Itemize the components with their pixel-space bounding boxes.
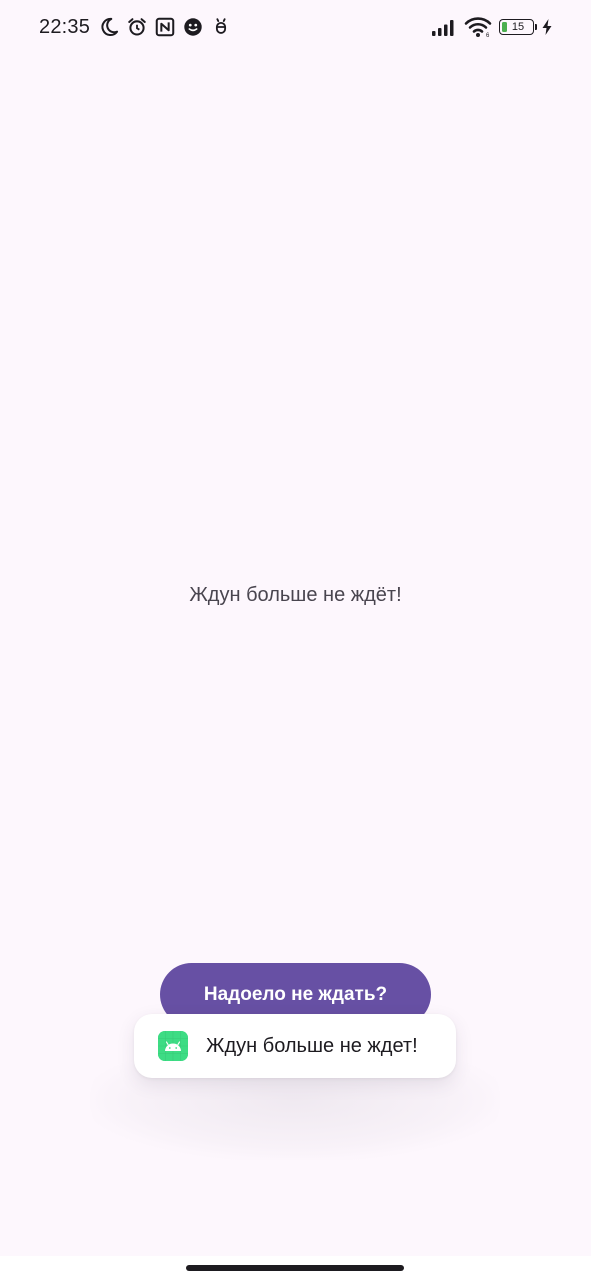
svg-text:6: 6 bbox=[486, 33, 490, 38]
alarm-icon bbox=[126, 16, 148, 38]
moon-icon bbox=[98, 16, 120, 38]
signal-icon bbox=[431, 16, 457, 38]
status-time: 22:35 bbox=[39, 15, 91, 38]
status-bar: 22:35 6 15 bbox=[0, 0, 591, 54]
battery-icon: 15 bbox=[499, 19, 537, 35]
debug-bug-icon bbox=[210, 16, 232, 38]
waiting-message: Ждун больше не ждёт! bbox=[189, 584, 402, 606]
status-bar-left: 22:35 bbox=[39, 14, 232, 40]
battery-cap bbox=[534, 24, 537, 30]
toast-text: Ждун больше не ждет! bbox=[206, 1034, 418, 1057]
messenger-icon bbox=[182, 16, 204, 38]
status-bar-right: 6 15 bbox=[431, 15, 553, 39]
battery-level-text: 15 bbox=[511, 21, 525, 33]
wifi-icon: 6 bbox=[464, 16, 492, 38]
toast-notification: Ждун больше не ждет! bbox=[134, 1014, 456, 1078]
charging-bolt-icon bbox=[541, 16, 553, 38]
app-screen: 22:35 6 15 Ждун больше не ждёт! Надоело … bbox=[0, 0, 591, 1280]
android-app-icon bbox=[158, 1031, 188, 1061]
nfc-icon bbox=[154, 16, 176, 38]
gesture-nav-handle[interactable] bbox=[186, 1265, 404, 1271]
